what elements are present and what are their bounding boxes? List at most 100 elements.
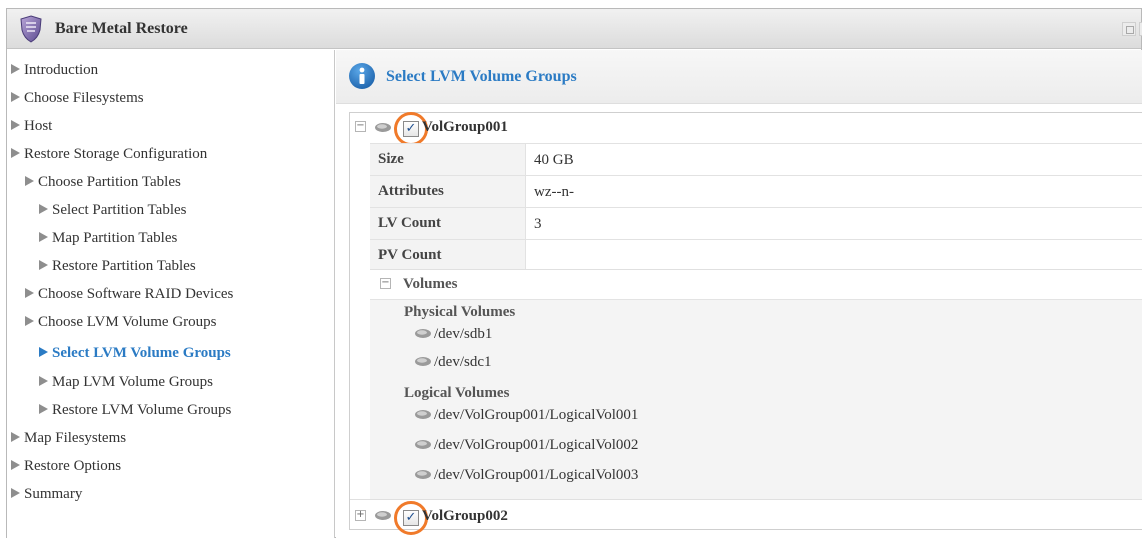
triangle-right-icon bbox=[39, 204, 48, 214]
property-row-size: Size 40 GB bbox=[370, 143, 1142, 176]
triangle-right-icon bbox=[25, 316, 34, 326]
logical-volumes-label: Logical Volumes bbox=[404, 385, 510, 401]
sidebar-item-introduction[interactable]: Introduction bbox=[11, 62, 98, 79]
disk-icon bbox=[415, 329, 431, 338]
sidebar-item-label: Restore LVM Volume Groups bbox=[52, 402, 232, 418]
physical-volume-item: /dev/sdb1 bbox=[414, 326, 492, 343]
logical-volume-item: /dev/VolGroup001/LogicalVol003 bbox=[414, 467, 638, 484]
sidebar-item-label: Summary bbox=[24, 486, 83, 502]
disk-icon bbox=[375, 511, 391, 520]
sidebar-item-select-lvm-volume-groups[interactable]: Select LVM Volume Groups bbox=[39, 345, 231, 362]
triangle-right-icon bbox=[11, 120, 20, 130]
volume-group-row: + ✓ VolGroup002 bbox=[350, 499, 1142, 535]
sidebar-item-label: Choose Software RAID Devices bbox=[38, 286, 234, 302]
sidebar-item-restore-storage-configuration[interactable]: Restore Storage Configuration bbox=[11, 146, 207, 163]
volume-groups-tree: − ✓ VolGroup001 Size 40 GB Attributes wz… bbox=[349, 112, 1142, 535]
sidebar-item-choose-partition-tables[interactable]: Choose Partition Tables bbox=[25, 174, 181, 191]
sidebar-item-label: Restore Partition Tables bbox=[52, 258, 196, 274]
sidebar-item-label: Introduction bbox=[24, 62, 99, 78]
triangle-right-icon bbox=[39, 260, 48, 270]
property-key: Attributes bbox=[370, 176, 526, 208]
info-icon bbox=[349, 63, 375, 89]
sidebar-item-label: Choose LVM Volume Groups bbox=[38, 314, 217, 330]
vg-checkbox[interactable]: ✓ bbox=[403, 121, 419, 137]
property-key: LV Count bbox=[370, 208, 526, 240]
volumes-title: Volumes bbox=[403, 276, 458, 292]
sidebar-item-label: Restore Options bbox=[24, 458, 122, 474]
window-title: Bare Metal Restore bbox=[55, 20, 188, 37]
sidebar-item-select-partition-tables[interactable]: Select Partition Tables bbox=[39, 202, 186, 219]
triangle-right-icon bbox=[11, 64, 20, 74]
sidebar-item-label: Host bbox=[24, 118, 53, 134]
expand-icon[interactable]: + bbox=[355, 510, 366, 521]
page-title: Select LVM Volume Groups bbox=[386, 68, 577, 85]
title-bar: Bare Metal Restore bbox=[7, 9, 1142, 49]
sidebar-item-choose-software-raid-devices[interactable]: Choose Software RAID Devices bbox=[25, 286, 233, 303]
property-value: 40 GB bbox=[534, 152, 574, 168]
maximize-button[interactable] bbox=[1122, 22, 1136, 36]
triangle-right-icon bbox=[11, 148, 20, 158]
main-panel: Select LVM Volume Groups − ✓ VolGroup001… bbox=[336, 50, 1142, 538]
sidebar-item-choose-lvm-volume-groups[interactable]: Choose LVM Volume Groups bbox=[25, 314, 217, 331]
triangle-right-icon bbox=[11, 488, 20, 498]
property-value: wz--n- bbox=[534, 184, 574, 200]
volume-path: /dev/VolGroup001/LogicalVol003 bbox=[434, 467, 639, 483]
volumes-section: − Volumes Physical Volumes /dev/sdb1 /de… bbox=[370, 269, 1142, 499]
triangle-right-icon bbox=[11, 92, 20, 102]
sidebar-item-summary[interactable]: Summary bbox=[11, 486, 82, 503]
sidebar-item-label: Restore Storage Configuration bbox=[24, 146, 208, 162]
volume-path: /dev/VolGroup001/LogicalVol001 bbox=[434, 407, 639, 423]
sidebar-item-label: Select LVM Volume Groups bbox=[52, 345, 231, 361]
sidebar-item-map-partition-tables[interactable]: Map Partition Tables bbox=[39, 230, 177, 247]
collapse-icon[interactable]: − bbox=[355, 121, 366, 132]
property-key: Size bbox=[370, 144, 526, 176]
property-row-lv-count: LV Count 3 bbox=[370, 207, 1142, 240]
logical-volume-item: /dev/VolGroup001/LogicalVol001 bbox=[414, 407, 638, 424]
sidebar-item-restore-lvm-volume-groups[interactable]: Restore LVM Volume Groups bbox=[39, 402, 231, 419]
logical-volume-item: /dev/VolGroup001/LogicalVol002 bbox=[414, 437, 638, 454]
bare-metal-restore-window: Bare Metal Restore Introduction Choose F… bbox=[6, 8, 1142, 538]
volume-path: /dev/sdc1 bbox=[434, 354, 492, 370]
property-key: PV Count bbox=[370, 240, 526, 272]
sidebar-item-map-lvm-volume-groups[interactable]: Map LVM Volume Groups bbox=[39, 374, 213, 391]
property-row-attributes: Attributes wz--n- bbox=[370, 175, 1142, 208]
property-row-pv-count: PV Count bbox=[370, 239, 1142, 272]
sidebar-item-restore-options[interactable]: Restore Options bbox=[11, 458, 121, 475]
sidebar-item-host[interactable]: Host bbox=[11, 118, 52, 135]
sidebar-item-label: Map Filesystems bbox=[24, 430, 127, 446]
volume-group-name: VolGroup001 bbox=[422, 119, 508, 135]
sidebar-item-map-filesystems[interactable]: Map Filesystems bbox=[11, 430, 126, 447]
volume-group-name: VolGroup002 bbox=[422, 508, 508, 524]
triangle-right-icon bbox=[25, 288, 34, 298]
triangle-right-icon bbox=[39, 376, 48, 386]
collapse-icon[interactable]: − bbox=[380, 278, 391, 289]
triangle-right-icon bbox=[39, 347, 48, 357]
sidebar-item-restore-partition-tables[interactable]: Restore Partition Tables bbox=[39, 258, 196, 275]
disk-icon bbox=[415, 440, 431, 449]
triangle-right-icon bbox=[25, 176, 34, 186]
triangle-right-icon bbox=[39, 404, 48, 414]
triangle-right-icon bbox=[11, 460, 20, 470]
shield-icon bbox=[20, 15, 42, 43]
sidebar-item-label: Map LVM Volume Groups bbox=[52, 374, 213, 390]
triangle-right-icon bbox=[39, 232, 48, 242]
disk-icon bbox=[415, 470, 431, 479]
volumes-header: − Volumes bbox=[370, 270, 1142, 300]
volume-path: /dev/VolGroup001/LogicalVol002 bbox=[434, 437, 639, 453]
physical-volumes-label: Physical Volumes bbox=[404, 304, 516, 320]
page-header: Select LVM Volume Groups bbox=[336, 50, 1142, 104]
disk-icon bbox=[375, 123, 391, 132]
physical-volume-item: /dev/sdc1 bbox=[414, 354, 492, 371]
sidebar-item-label: Choose Partition Tables bbox=[38, 174, 181, 190]
sidebar-item-label: Map Partition Tables bbox=[52, 230, 178, 246]
property-value: 3 bbox=[534, 216, 542, 232]
vg-checkbox[interactable]: ✓ bbox=[403, 510, 419, 526]
sidebar-item-label: Select Partition Tables bbox=[52, 202, 187, 218]
disk-icon bbox=[415, 357, 431, 366]
sidebar-item-choose-filesystems[interactable]: Choose Filesystems bbox=[11, 90, 144, 107]
volume-path: /dev/sdb1 bbox=[434, 326, 493, 342]
triangle-right-icon bbox=[11, 432, 20, 442]
disk-icon bbox=[415, 410, 431, 419]
wizard-sidebar: Introduction Choose Filesystems Host Res… bbox=[7, 50, 335, 538]
sidebar-item-label: Choose Filesystems bbox=[24, 90, 144, 106]
